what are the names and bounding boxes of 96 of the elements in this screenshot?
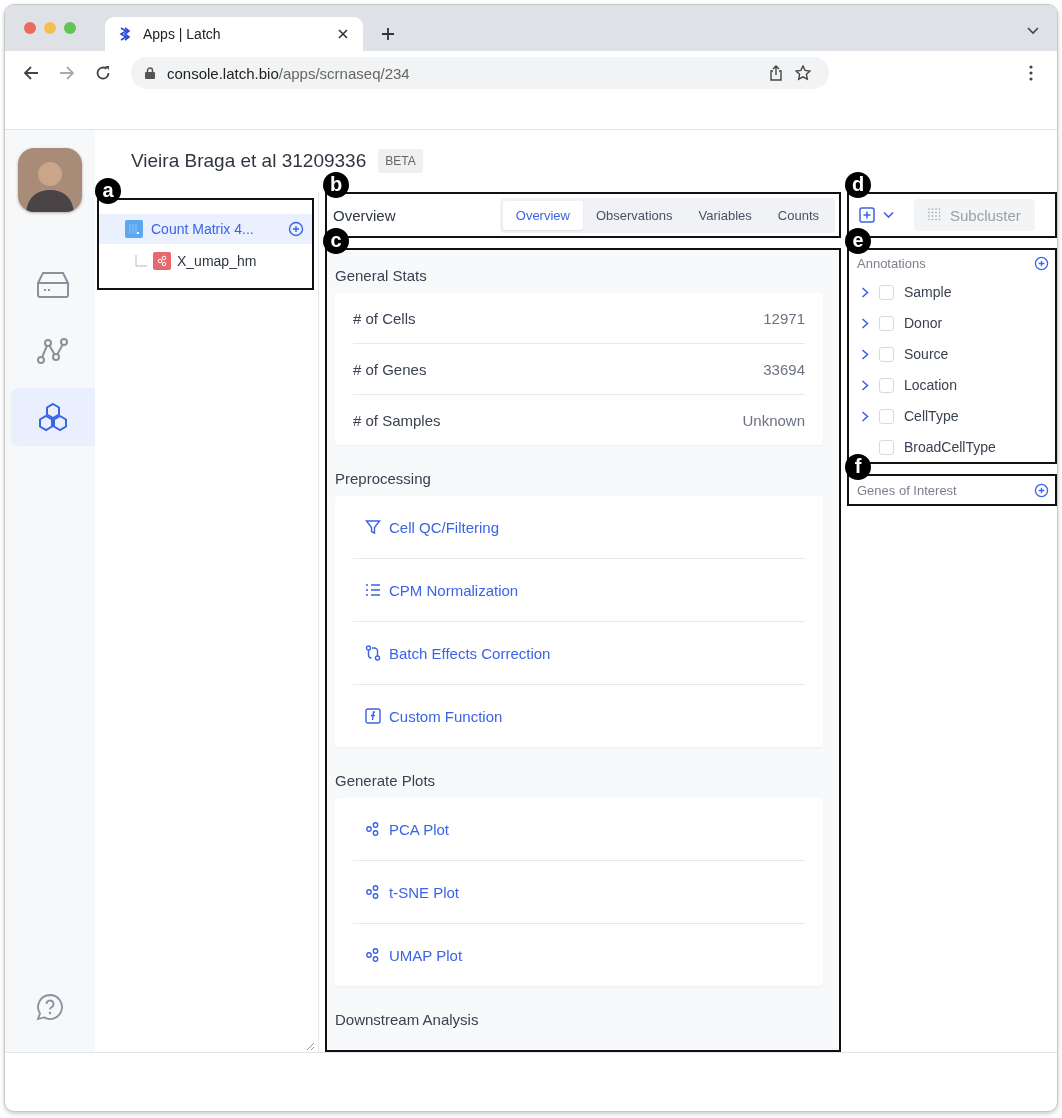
- matrix-icon: [125, 220, 143, 238]
- panel-title: Annotations: [857, 255, 926, 271]
- annotation-marker: a: [95, 178, 121, 204]
- close-icon[interactable]: [337, 28, 349, 40]
- add-square-icon[interactable]: [859, 207, 875, 223]
- panel-title: Genes of Interest: [857, 482, 957, 498]
- annotation-marker: d: [845, 172, 871, 198]
- help-icon[interactable]: [35, 992, 65, 1022]
- action-link[interactable]: CPM Normalization: [365, 581, 519, 599]
- latch-logo-icon: [119, 27, 131, 41]
- back-icon[interactable]: [23, 65, 39, 81]
- stat-label: # of Samples: [353, 411, 441, 429]
- function-icon: [365, 708, 381, 724]
- annotation-row[interactable]: Location: [857, 371, 1049, 399]
- action-link[interactable]: PCA Plot: [365, 820, 450, 838]
- share-icon[interactable]: [769, 65, 783, 81]
- beta-badge: BETA: [378, 149, 423, 173]
- annotation-marker: e: [845, 228, 871, 254]
- annotation-marker: c: [323, 228, 349, 254]
- graph-icon: [36, 337, 70, 365]
- expand-icon[interactable]: [861, 410, 869, 422]
- embedding-icon: [153, 252, 171, 270]
- section-title: General Stats: [335, 266, 428, 286]
- checkbox[interactable]: [879, 377, 894, 393]
- grid-dots-icon: [928, 208, 942, 222]
- page-title: Vieira Braga et al 31209336: [131, 150, 367, 172]
- tree-item[interactable]: Count Matrix 4...: [99, 214, 312, 244]
- tab[interactable]: Observations: [582, 200, 686, 230]
- annotation-row[interactable]: Donor: [857, 309, 1049, 337]
- tree-item-label: Count Matrix 4...: [151, 221, 255, 237]
- tree-item-label: X_umap_hm: [177, 253, 257, 269]
- nav-item[interactable]: [11, 388, 95, 446]
- tab[interactable]: Overview: [502, 200, 583, 230]
- view-heading: Overview: [333, 206, 397, 224]
- action-link[interactable]: t-SNE Plot: [365, 883, 460, 901]
- nodes-icon: [365, 947, 381, 963]
- lock-icon: [145, 67, 155, 79]
- checkbox[interactable]: [879, 346, 894, 362]
- expand-icon[interactable]: [861, 348, 869, 360]
- action-link[interactable]: Cell QC/Filtering: [365, 518, 500, 536]
- drive-icon: [36, 271, 70, 299]
- section-title: Preprocessing: [335, 469, 432, 489]
- url-path: /apps/scrnaseq/234: [278, 64, 410, 82]
- stat-value: 12971: [763, 309, 805, 327]
- annotation-label: CellType: [904, 408, 959, 424]
- more-icon[interactable]: [1029, 65, 1033, 81]
- annotation-label: BroadCellType: [904, 439, 996, 455]
- caret-icon[interactable]: [883, 211, 894, 219]
- tab-title: Apps | Latch: [143, 26, 222, 42]
- expand-icon[interactable]: [861, 317, 869, 329]
- annotation-marker: b: [323, 172, 349, 198]
- annotation-label: Sample: [904, 284, 952, 300]
- nodes-icon: [365, 884, 381, 900]
- action-link[interactable]: UMAP Plot: [365, 946, 463, 964]
- add-icon[interactable]: [288, 221, 304, 237]
- avatar[interactable]: [18, 148, 82, 212]
- section-title: Downstream Analysis: [335, 1010, 480, 1030]
- filter-icon: [365, 519, 381, 535]
- annotation-row[interactable]: Sample: [857, 278, 1049, 306]
- hexagons-icon: [36, 402, 70, 432]
- resize-handle-icon[interactable]: [306, 1042, 314, 1050]
- add-icon[interactable]: [1034, 255, 1049, 271]
- tab[interactable]: Counts: [764, 200, 832, 230]
- checkbox[interactable]: [879, 284, 894, 300]
- star-icon[interactable]: [795, 65, 811, 81]
- checkbox[interactable]: [879, 315, 894, 331]
- tab[interactable]: Variables: [685, 200, 765, 230]
- stat-label: # of Cells: [353, 309, 416, 327]
- tree-item[interactable]: X_umap_hm: [99, 244, 312, 278]
- annotation-label: Donor: [904, 315, 943, 331]
- stat-value: Unknown: [742, 411, 805, 429]
- action-link[interactable]: Custom Function: [365, 707, 503, 725]
- checkbox[interactable]: [879, 408, 894, 424]
- add-icon[interactable]: [1034, 482, 1049, 498]
- reload-icon[interactable]: [95, 65, 111, 81]
- browser-tab[interactable]: Apps | Latch: [105, 17, 363, 51]
- annotation-row[interactable]: Source: [857, 340, 1049, 368]
- tree-connector: [135, 255, 147, 267]
- new-tab-icon[interactable]: [381, 27, 395, 41]
- annotation-label: Location: [904, 377, 957, 393]
- expand-icon[interactable]: [861, 286, 869, 298]
- address-bar[interactable]: console.latch.bio/apps/scrnaseq/234: [131, 57, 829, 89]
- list-icon: [365, 582, 381, 598]
- annotation-marker: f: [845, 454, 871, 480]
- url-host: console.latch.bio: [167, 64, 279, 82]
- action-link[interactable]: Batch Effects Correction: [365, 644, 551, 662]
- expand-icon[interactable]: [861, 379, 869, 391]
- annotation-row[interactable]: CellType: [857, 402, 1049, 430]
- chevron-down-icon[interactable]: [1027, 27, 1039, 35]
- checkbox[interactable]: [879, 439, 894, 455]
- section-title: Generate Plots: [335, 771, 437, 791]
- stat-value: 33694: [763, 360, 805, 378]
- nodes-icon: [365, 821, 381, 837]
- stat-label: # of Genes: [353, 360, 427, 378]
- annotation-label: Source: [904, 346, 949, 362]
- branch-icon: [365, 645, 381, 661]
